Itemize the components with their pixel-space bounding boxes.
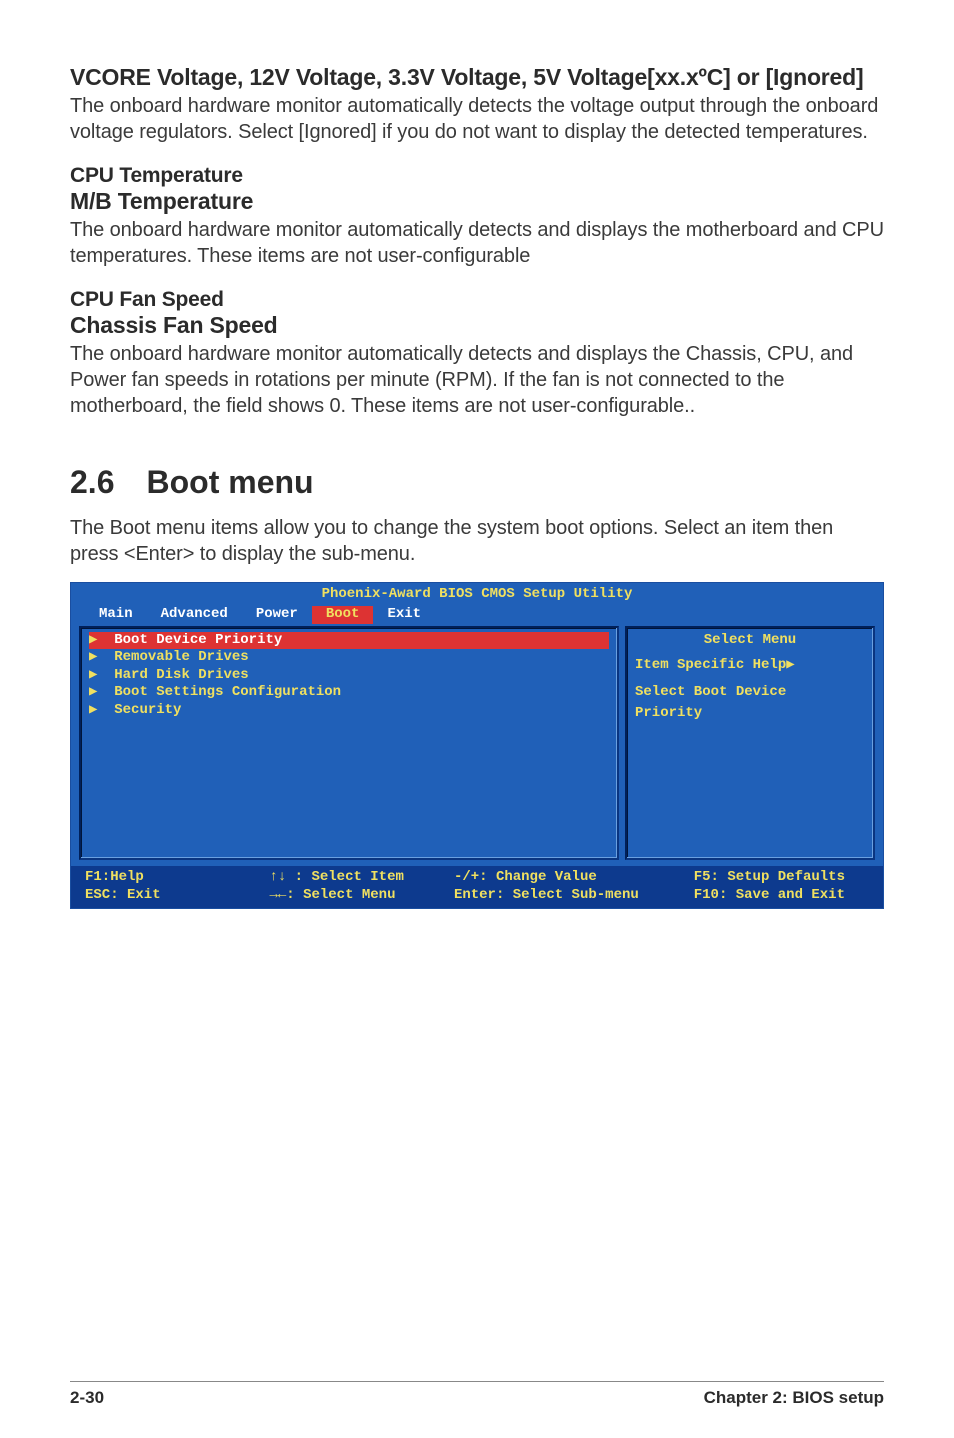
triangle-right-icon: ▶ bbox=[89, 667, 97, 683]
bios-footer-col2: ↑↓ : Select Item →←: Select Menu bbox=[269, 868, 453, 904]
chapter-number: 2.6 bbox=[70, 464, 114, 501]
bios-footer: F1:Help ESC: Exit ↑↓ : Select Item →←: S… bbox=[71, 866, 883, 908]
bios-item-label: Boot Settings Configuration bbox=[114, 684, 341, 700]
bios-title: Phoenix-Award BIOS CMOS Setup Utility bbox=[71, 583, 883, 607]
page-number: 2-30 bbox=[70, 1388, 104, 1408]
heading-mb-temp: M/B Temperature bbox=[70, 188, 884, 215]
bios-help-line3: Priority bbox=[635, 703, 865, 724]
heading-chassis-fan: Chassis Fan Speed bbox=[70, 312, 884, 339]
bios-item-security: ▶ Security bbox=[89, 702, 609, 720]
bios-footer-enter: Enter: Select Sub-menu bbox=[454, 887, 639, 903]
triangle-right-icon: ▶ bbox=[89, 702, 97, 718]
bios-footer-col4: F5: Setup Defaults F10: Save and Exit bbox=[694, 868, 869, 904]
chapter-name: Boot menu bbox=[146, 464, 313, 500]
bios-item-label: Removable Drives bbox=[114, 649, 248, 665]
heading-cpu-fan: CPU Fan Speed bbox=[70, 288, 884, 312]
bios-right-panel: Select Menu Item Specific Help▶ Select B… bbox=[625, 626, 875, 860]
chapter-intro: The Boot menu items allow you to change … bbox=[70, 515, 884, 568]
bios-tab-boot: Boot bbox=[312, 606, 374, 624]
bios-item-boot-device-priority: ▶ Boot Device Priority bbox=[89, 632, 609, 650]
chapter-title: 2.6 Boot menu bbox=[70, 464, 884, 501]
bios-item-label: Boot Device Priority bbox=[114, 632, 282, 648]
bios-item-label: Security bbox=[114, 702, 181, 718]
bios-footer-col3: -/+: Change Value Enter: Select Sub-menu bbox=[454, 868, 694, 904]
bios-right-title: Select Menu bbox=[635, 632, 865, 650]
paragraph-temp: The onboard hardware monitor automatical… bbox=[70, 217, 884, 270]
paragraph-fan: The onboard hardware monitor automatical… bbox=[70, 341, 884, 420]
bios-item-hard-disk-drives: ▶ Hard Disk Drives bbox=[89, 667, 609, 685]
bios-tab-main: Main bbox=[85, 606, 147, 624]
bios-footer-f5: F5: Setup Defaults bbox=[694, 869, 845, 885]
bios-footer-esc: ESC: Exit bbox=[85, 887, 161, 903]
page-footer: 2-30 Chapter 2: BIOS setup bbox=[70, 1388, 884, 1408]
heading-vcore: VCORE Voltage, 12V Voltage, 3.3V Voltage… bbox=[70, 64, 884, 91]
footer-chapter: Chapter 2: BIOS setup bbox=[704, 1388, 884, 1408]
triangle-right-icon: ▶ bbox=[89, 649, 97, 665]
bios-item-boot-settings: ▶ Boot Settings Configuration bbox=[89, 684, 609, 702]
bios-item-removable-drives: ▶ Removable Drives bbox=[89, 649, 609, 667]
bios-screenshot: Phoenix-Award BIOS CMOS Setup Utility Ma… bbox=[70, 582, 884, 909]
triangle-right-icon: ▶ bbox=[89, 684, 97, 700]
bios-footer-change: -/+: Change Value bbox=[454, 869, 597, 885]
bios-item-label: Hard Disk Drives bbox=[114, 667, 248, 683]
bios-tab-exit: Exit bbox=[373, 606, 435, 624]
bios-footer-updown: ↑↓ : Select Item bbox=[269, 869, 403, 885]
footer-rule bbox=[70, 1381, 884, 1382]
bios-help-line1: Item Specific Help▶ bbox=[635, 655, 865, 676]
bios-tab-power: Power bbox=[242, 606, 312, 624]
bios-tab-advanced: Advanced bbox=[147, 606, 242, 624]
bios-footer-f1: F1:Help bbox=[85, 869, 144, 885]
bios-footer-f10: F10: Save and Exit bbox=[694, 887, 845, 903]
heading-cpu-temp: CPU Temperature bbox=[70, 164, 884, 188]
bios-tabs: Main Advanced Power Boot Exit bbox=[71, 606, 883, 626]
triangle-right-icon: ▶ bbox=[89, 632, 97, 648]
paragraph-vcore: The onboard hardware monitor automatical… bbox=[70, 93, 884, 146]
bios-left-panel: ▶ Boot Device Priority ▶ Removable Drive… bbox=[79, 626, 619, 860]
bios-footer-leftright: →←: Select Menu bbox=[269, 887, 395, 903]
bios-footer-col1: F1:Help ESC: Exit bbox=[85, 868, 269, 904]
bios-help-line2: Select Boot Device bbox=[635, 682, 865, 703]
